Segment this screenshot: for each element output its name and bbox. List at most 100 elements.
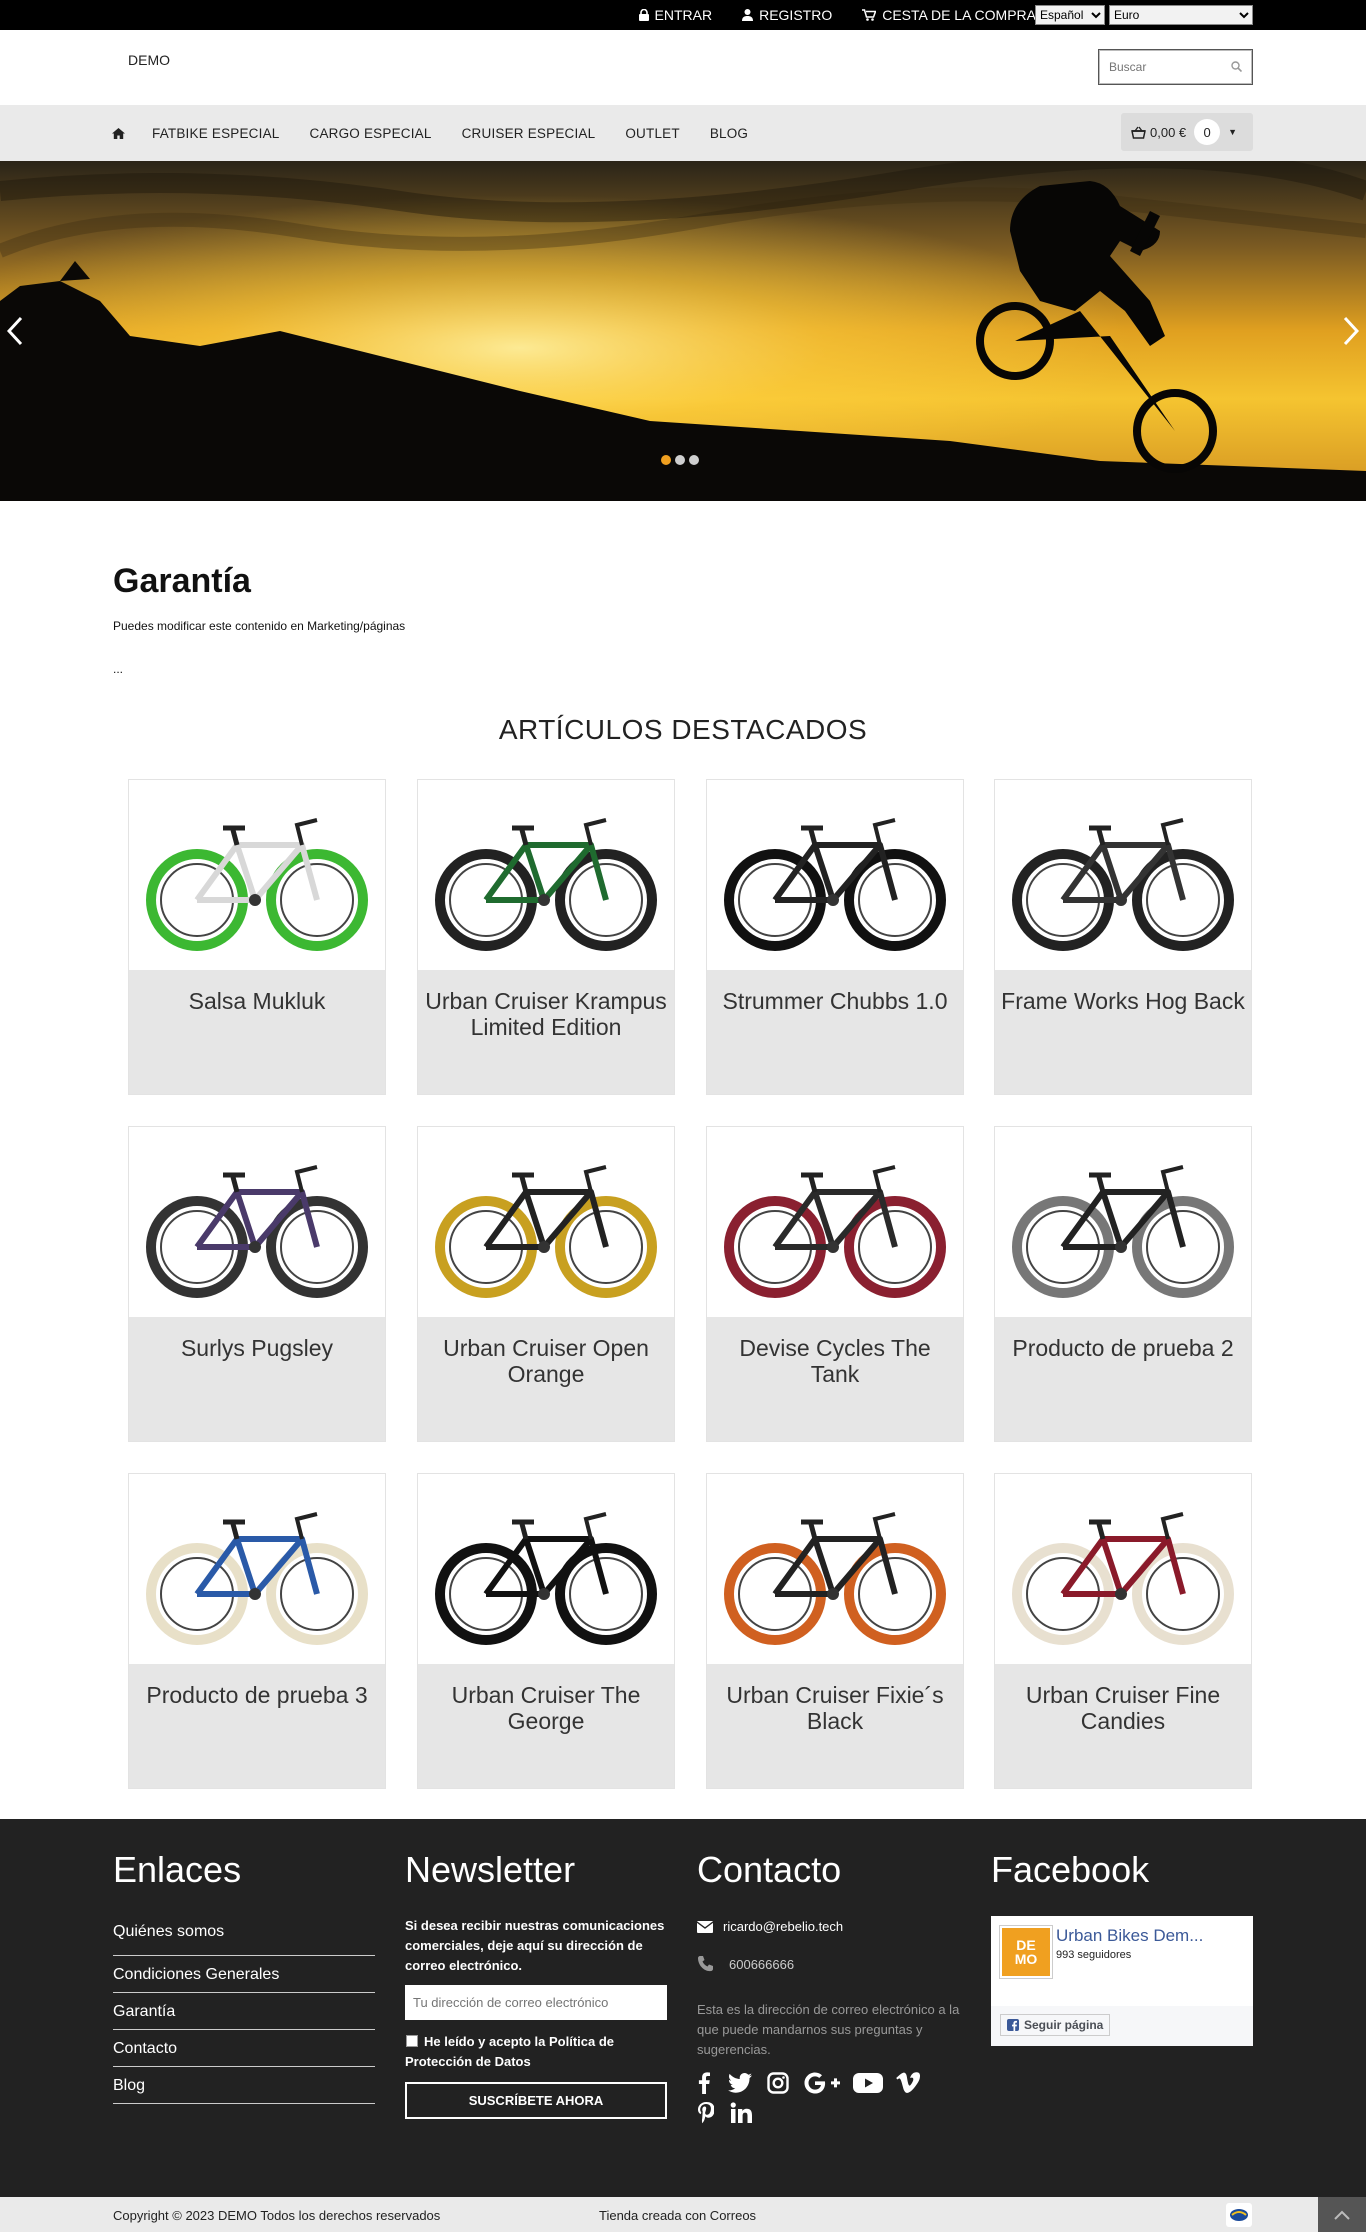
product-image[interactable] (707, 1474, 963, 1664)
slider-dot[interactable] (689, 455, 699, 465)
product-card[interactable]: Urban Cruiser Open Orange (417, 1126, 675, 1442)
nav-items: FATBIKE ESPECIAL CARGO ESPECIAL CRUISER … (112, 105, 778, 161)
fb-page-logo-text: DE MO (1015, 1938, 1038, 1966)
contact-email-row[interactable]: ricardo@rebelio.tech (697, 1919, 843, 1934)
newsletter-email-input[interactable] (405, 1985, 667, 2020)
product-image[interactable] (995, 1127, 1251, 1317)
linkedin-social-link[interactable] (729, 2101, 753, 2125)
product-card[interactable]: Urban Cruiser The George (417, 1473, 675, 1789)
subscribe-button[interactable]: SUSCRÍBETE AHORA (405, 2082, 667, 2119)
product-card[interactable]: Salsa Mukluk (128, 779, 386, 1095)
product-name[interactable]: Urban Cruiser Fixie´s Black (707, 1664, 963, 1788)
product-card[interactable]: Strummer Chubbs 1.0 (706, 779, 964, 1095)
youtube-social-link[interactable] (852, 2071, 884, 2095)
nav-item-outlet[interactable]: OUTLET (625, 126, 679, 141)
youtube-icon (853, 2073, 883, 2093)
twitter-social-link[interactable] (727, 2071, 753, 2095)
product-name[interactable]: Urban Cruiser Krampus Limited Edition (418, 970, 674, 1094)
instagram-social-link[interactable] (766, 2071, 790, 2095)
cart-button[interactable]: 0,00 € 0 ▼ (1121, 113, 1253, 151)
main-nav: FATBIKE ESPECIAL CARGO ESPECIAL CRUISER … (0, 105, 1366, 161)
privacy-label: He leído y acepto la Política de (424, 2034, 615, 2049)
login-link[interactable]: ENTRAR (638, 7, 712, 23)
register-link[interactable]: REGISTRO (742, 7, 832, 23)
fb-page-name[interactable]: Urban Bikes Dem... (1056, 1926, 1203, 1946)
bottom-bar: Copyright © 2023 DEMO Todos los derechos… (0, 2197, 1366, 2232)
search-icon[interactable] (1231, 61, 1242, 72)
product-card[interactable]: Surlys Pugsley (128, 1126, 386, 1442)
product-image[interactable] (418, 1127, 674, 1317)
back-to-top-button[interactable] (1318, 2197, 1366, 2232)
product-image[interactable] (707, 1127, 963, 1317)
footer-link-terms[interactable]: Condiciones Generales (113, 1956, 375, 1993)
fb-logo-line2: MO (1014, 1951, 1038, 1967)
site-logo[interactable]: DEMO (128, 52, 170, 68)
product-image[interactable] (129, 1127, 385, 1317)
shopping-cart-link[interactable]: CESTA DE LA COMPRA (862, 7, 1036, 23)
product-image[interactable] (418, 1474, 674, 1664)
search-input[interactable] (1099, 50, 1219, 84)
bicycle-icon (724, 818, 946, 951)
fb-page-logo[interactable]: DE MO (1000, 1926, 1052, 1978)
product-name[interactable]: Urban Cruiser Fine Candies (995, 1664, 1251, 1788)
product-name[interactable]: Strummer Chubbs 1.0 (707, 970, 963, 1094)
product-image[interactable] (129, 780, 385, 970)
product-name[interactable]: Salsa Mukluk (129, 970, 385, 1094)
product-image[interactable] (129, 1474, 385, 1664)
privacy-checkbox[interactable] (406, 2035, 418, 2047)
currency-select[interactable]: Euro (1109, 5, 1253, 25)
footer-link-blog[interactable]: Blog (113, 2067, 375, 2104)
footer-link-contact[interactable]: Contacto (113, 2030, 375, 2067)
product-name[interactable]: Surlys Pugsley (129, 1317, 385, 1441)
product-card[interactable]: Devise Cycles The Tank (706, 1126, 964, 1442)
copyright-text: Copyright © 2023 DEMO Todos los derechos… (113, 2208, 441, 2223)
product-name[interactable]: Devise Cycles The Tank (707, 1317, 963, 1441)
product-name[interactable]: Urban Cruiser Open Orange (418, 1317, 674, 1441)
product-card[interactable]: Urban Cruiser Fine Candies (994, 1473, 1252, 1789)
fb-follow-button[interactable]: Seguir página (1000, 2014, 1111, 2036)
nav-item-blog[interactable]: BLOG (710, 126, 748, 141)
product-image[interactable] (707, 780, 963, 970)
nav-item-fatbike[interactable]: FATBIKE ESPECIAL (152, 126, 280, 141)
pinterest-social-link[interactable] (697, 2101, 715, 2125)
nav-item-cargo[interactable]: CARGO ESPECIAL (310, 126, 432, 141)
bicycle-icon (146, 1512, 368, 1645)
footer-link-warranty[interactable]: Garantía (113, 1993, 375, 2030)
phone-icon (698, 1956, 713, 1972)
pinterest-icon (698, 2102, 714, 2124)
product-card[interactable]: Producto de prueba 2 (994, 1126, 1252, 1442)
product-card[interactable]: Frame Works Hog Back (994, 779, 1252, 1095)
product-name[interactable]: Producto de prueba 2 (995, 1317, 1251, 1441)
product-card[interactable]: Producto de prueba 3 (128, 1473, 386, 1789)
product-image[interactable] (418, 780, 674, 970)
linkedin-icon (730, 2102, 752, 2123)
newsletter-title: Newsletter (405, 1849, 576, 1890)
home-link[interactable] (112, 127, 132, 139)
nav-item-cruiser[interactable]: CRUISER ESPECIAL (462, 126, 596, 141)
instagram-icon (767, 2072, 789, 2094)
product-image[interactable] (995, 1474, 1251, 1664)
slider-prev-button[interactable] (0, 309, 30, 353)
product-card[interactable]: Urban Cruiser Krampus Limited Edition (417, 779, 675, 1095)
product-name[interactable]: Frame Works Hog Back (995, 970, 1251, 1094)
slider-next-button[interactable] (1336, 309, 1366, 353)
contact-email: ricardo@rebelio.tech (723, 1919, 844, 1934)
privacy-label-link[interactable]: Protección de Datos (405, 2052, 531, 2072)
vimeo-icon (896, 2072, 920, 2093)
top-bar: ENTRAR REGISTRO CESTA DE LA COMPRA Españ… (0, 0, 1366, 30)
contact-phone-row[interactable]: 600666666 (697, 1955, 794, 1973)
google-plus-social-link[interactable] (803, 2071, 841, 2095)
vimeo-social-link[interactable] (895, 2071, 921, 2095)
product-card[interactable]: Urban Cruiser Fixie´s Black (706, 1473, 964, 1789)
fb-followers: 993 seguidores (1056, 1949, 1132, 1961)
search-box (1098, 49, 1253, 85)
product-name[interactable]: Urban Cruiser The George (418, 1664, 674, 1788)
store-credit[interactable]: Tienda creada con Correos (599, 2208, 756, 2223)
product-image[interactable] (995, 780, 1251, 970)
product-name[interactable]: Producto de prueba 3 (129, 1664, 385, 1788)
footer-link-about[interactable]: Quiénes somos (113, 1919, 375, 1956)
slider-dot[interactable] (661, 455, 671, 465)
facebook-social-link[interactable] (697, 2071, 711, 2095)
language-select[interactable]: Español (1035, 5, 1105, 25)
slider-dot[interactable] (675, 455, 685, 465)
